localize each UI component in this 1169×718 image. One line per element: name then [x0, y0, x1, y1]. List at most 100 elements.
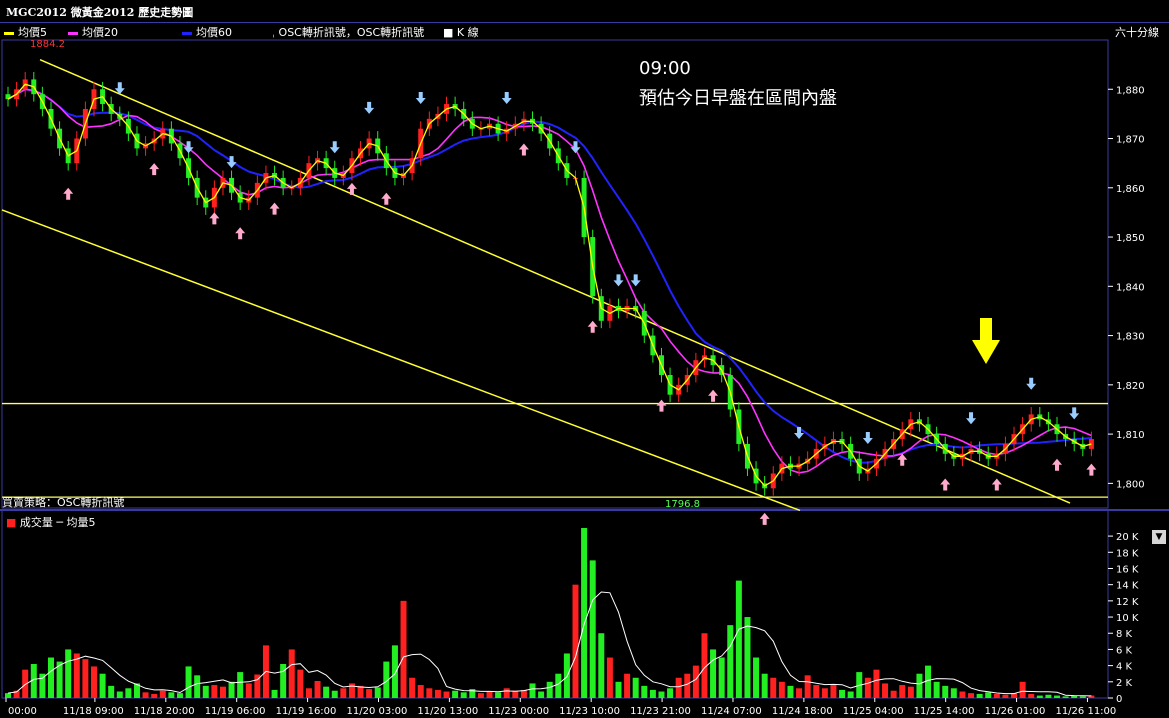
volume-bar — [847, 691, 854, 698]
buy-signal-arrow-icon — [587, 320, 598, 333]
price-tick-label: 1,860 — [1116, 184, 1145, 195]
volume-bar — [727, 625, 734, 698]
buy-signal-arrow-icon — [656, 399, 667, 412]
volume-bar — [658, 691, 665, 698]
volume-bar — [778, 681, 785, 698]
buy-signal-arrow-icon — [209, 212, 220, 225]
volume-bar — [968, 693, 975, 698]
time-tick-label: 11/19 16:00 — [276, 706, 337, 717]
volume-bar — [692, 665, 699, 698]
price-panel-frame — [1, 39, 1109, 509]
volume-bar — [546, 681, 553, 698]
volume-bar — [675, 677, 682, 698]
volume-bar — [245, 683, 252, 698]
time-tick-label: 11/24 07:00 — [701, 706, 762, 717]
volume-bar — [589, 560, 596, 698]
volume-bar — [899, 685, 906, 698]
buy-signal-arrow-icon — [940, 478, 951, 491]
price-tick-label: 1,870 — [1116, 135, 1145, 146]
volume-tick-label: 6 K — [1116, 645, 1133, 656]
volume-bar — [1019, 681, 1026, 698]
volume-bar — [632, 677, 639, 698]
volume-bar — [813, 685, 820, 698]
volume-bar — [684, 673, 691, 698]
volume-bar — [925, 665, 932, 698]
volume-bar — [512, 690, 519, 698]
volume-bar — [82, 659, 89, 698]
volume-bar — [1028, 693, 1035, 698]
volume-bar — [1045, 694, 1052, 698]
volume-bar — [864, 677, 871, 698]
highlight-arrow-icon — [972, 318, 1000, 364]
volume-bar — [761, 673, 768, 698]
volume-bar — [641, 685, 648, 698]
volume-bar — [624, 673, 631, 698]
volume-bar — [460, 692, 467, 698]
volume-tick-label: 2 K — [1116, 678, 1133, 689]
time-tick-label: 11/18 20:00 — [134, 706, 195, 717]
volume-bar — [1054, 695, 1061, 698]
time-tick-label: 11/23 00:00 — [488, 706, 549, 717]
buy-signal-arrow-icon — [708, 389, 719, 402]
sell-signal-arrow-icon — [1026, 377, 1037, 390]
buy-signal-arrow-icon — [897, 453, 908, 466]
volume-tick-label: 16 K — [1116, 564, 1139, 575]
volume-bar — [237, 672, 244, 698]
volume-bar — [572, 584, 579, 698]
volume-bar — [400, 600, 407, 698]
volume-bar — [39, 673, 46, 698]
volume-bar — [288, 649, 295, 698]
volume-bar — [907, 686, 914, 698]
price-tick-label: 1,820 — [1116, 381, 1145, 392]
volume-bar — [443, 691, 450, 698]
volume-bar — [391, 645, 398, 698]
buy-signal-arrow-icon — [1052, 458, 1063, 471]
volume-dropdown-button[interactable]: ▼ — [1152, 530, 1166, 544]
time-tick-label: 11/25 14:00 — [914, 706, 975, 717]
volume-bar — [839, 689, 846, 698]
volume-tick-label: 8 K — [1116, 629, 1133, 640]
volume-bar — [65, 649, 72, 698]
low-price-label: 1796.8 — [665, 499, 700, 510]
high-price-label: 1884.2 — [30, 39, 65, 50]
buy-signal-arrow-icon — [235, 227, 246, 240]
buy-signal-arrow-icon — [381, 192, 392, 205]
volume-bar — [538, 691, 545, 698]
time-tick-label: 11/24 18:00 — [772, 706, 833, 717]
volume-bar — [804, 675, 811, 698]
volume-tick-label: 12 K — [1116, 597, 1139, 608]
volume-bar — [202, 685, 209, 698]
volume-bar — [882, 683, 889, 698]
sell-signal-arrow-icon — [364, 101, 375, 114]
volume-bar — [314, 681, 321, 698]
volume-bar — [1002, 694, 1009, 698]
volume-bar — [606, 657, 613, 698]
sell-signal-arrow-icon — [415, 92, 426, 105]
volume-bar — [933, 681, 940, 698]
volume-bar — [529, 683, 536, 698]
volume-bar — [950, 688, 957, 698]
volume-bar — [503, 688, 510, 698]
lower-channel-line — [1, 209, 801, 512]
volume-bar — [890, 690, 897, 698]
volume-bar — [125, 688, 132, 698]
volume-bar — [409, 677, 416, 698]
buy-signal-arrow-icon — [518, 143, 529, 156]
sell-signal-arrow-icon — [1069, 407, 1080, 420]
volume-bar — [434, 689, 441, 698]
sell-signal-arrow-icon — [501, 92, 512, 105]
volume-bar — [581, 528, 588, 698]
volume-bar — [985, 692, 992, 698]
volume-tick-label: 0 — [1116, 694, 1122, 705]
volume-bar — [873, 669, 880, 698]
sell-signal-arrow-icon — [570, 141, 581, 154]
volume-ma5-line — [7, 591, 1092, 697]
volume-bar — [47, 657, 54, 698]
volume-bar — [796, 688, 803, 698]
volume-bar — [374, 687, 381, 698]
sell-signal-arrow-icon — [613, 274, 624, 287]
volume-tick-label: 10 K — [1116, 613, 1139, 624]
buy-signal-arrow-icon — [991, 478, 1002, 491]
price-tick-label: 1,800 — [1116, 479, 1145, 490]
buy-signal-arrow-icon — [759, 512, 770, 525]
